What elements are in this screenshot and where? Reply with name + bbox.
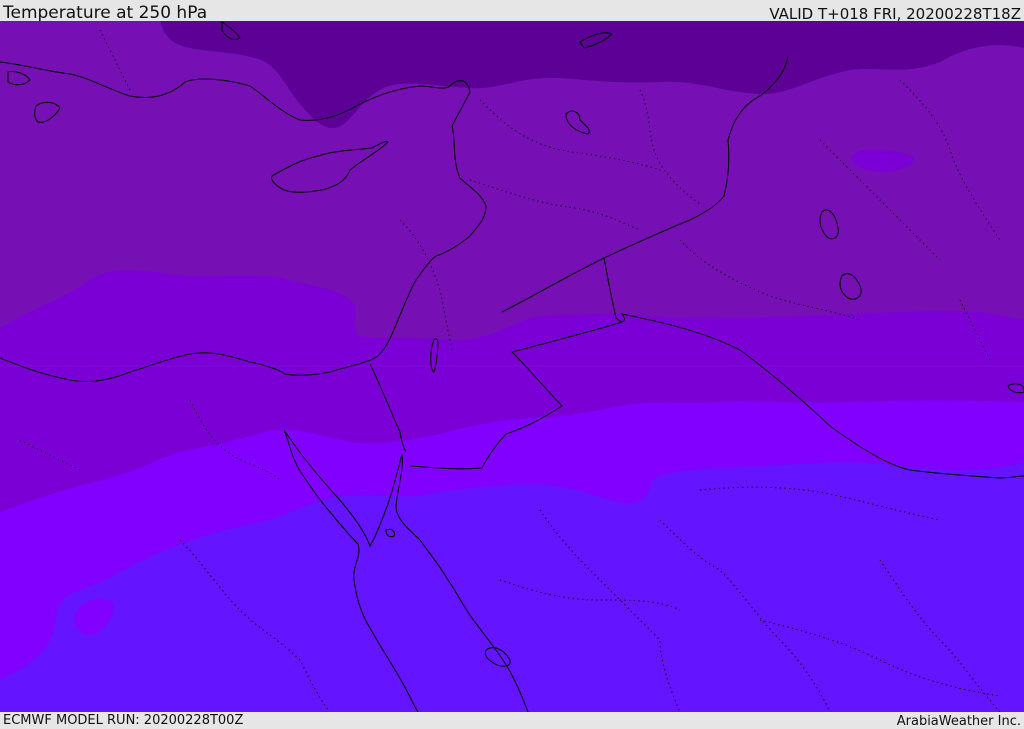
map-svg	[0, 21, 1024, 712]
model-run-label: ECMWF MODEL RUN: 20200228T00Z	[3, 713, 244, 728]
credit-label: ArabiaWeather Inc.	[896, 714, 1021, 729]
map-title: Temperature at 250 hPa	[3, 3, 208, 23]
forecast-map-page: Temperature at 250 hPa VALID T+018 FRI, …	[0, 0, 1024, 729]
footer-bar: ECMWF MODEL RUN: 20200228T00Z ArabiaWeat…	[0, 712, 1024, 729]
temperature-map	[0, 21, 1024, 712]
header-bar: Temperature at 250 hPa VALID T+018 FRI, …	[0, 0, 1024, 23]
